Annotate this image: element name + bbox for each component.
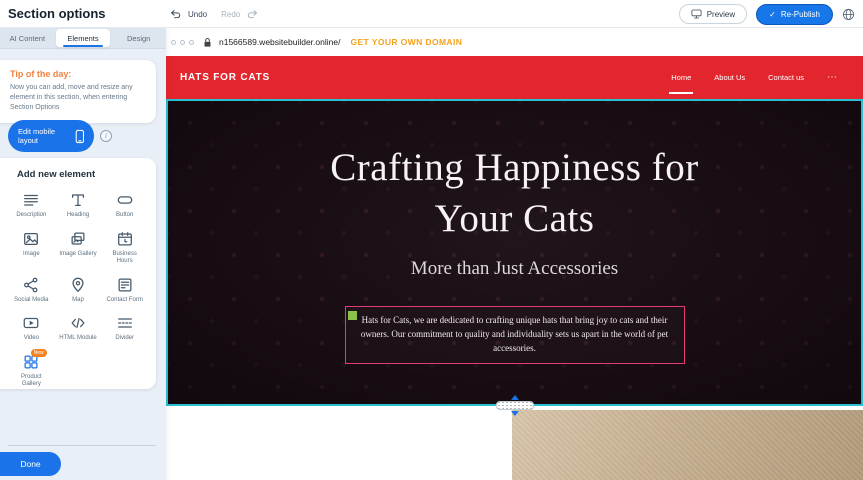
redo-button[interactable]: Redo	[221, 10, 240, 19]
globe-icon[interactable]	[842, 8, 855, 21]
social-media-icon	[22, 276, 40, 294]
hero-paragraph-text: Hats for Cats, we are dedicated to craft…	[361, 315, 668, 353]
element-label: Image	[23, 251, 40, 259]
element-description[interactable]: Description	[8, 184, 55, 223]
image-icon	[22, 230, 40, 248]
section-resize-handle[interactable]	[496, 395, 534, 416]
sidebar-tabs: AI Content Elements Design	[0, 28, 166, 49]
element-business-hours[interactable]: Business Hours	[101, 223, 148, 269]
browser-dot	[180, 40, 185, 45]
element-label: Product Gallery	[11, 374, 51, 389]
element-label: Map	[72, 297, 84, 305]
element-label: Description	[16, 212, 46, 220]
element-product-gallery[interactable]: New Product Gallery	[8, 346, 55, 390]
element-video[interactable]: Video	[8, 307, 55, 346]
element-grid: Description Heading Button Image Image G…	[0, 184, 156, 389]
element-label: Business Hours	[105, 251, 145, 266]
builder-canvas: n1566589.websitebuilder.online/ GET YOUR…	[166, 28, 863, 480]
lock-icon	[203, 37, 212, 48]
element-divider[interactable]: Divider	[101, 307, 148, 346]
html-module-icon	[69, 314, 87, 332]
undo-redo-group: Undo Redo	[170, 0, 258, 28]
edit-mobile-layout-button[interactable]: Edit mobile layout	[8, 120, 94, 152]
hero-heading[interactable]: Crafting Happiness for Your Cats	[300, 143, 730, 244]
element-label: Divider	[115, 335, 134, 343]
element-contact-form[interactable]: Contact Form	[101, 269, 148, 308]
element-label: Heading	[67, 212, 89, 220]
nav-home[interactable]: Home	[671, 73, 691, 82]
site-logo[interactable]: HATS FOR CATS	[180, 72, 270, 83]
add-element-title: Add new element	[0, 158, 156, 184]
new-badge: New	[31, 349, 47, 357]
element-label: Video	[24, 335, 39, 343]
element-image-gallery[interactable]: Image Gallery	[55, 223, 102, 269]
business-hours-icon	[116, 230, 134, 248]
button-icon	[116, 191, 134, 209]
app-topbar: Section options Undo Redo Preview ✓ Re-P…	[0, 0, 863, 28]
nav-about-us[interactable]: About Us	[714, 73, 745, 82]
tip-card: Tip of the day: Now you can add, move an…	[0, 60, 156, 123]
element-html-module[interactable]: HTML Module	[55, 307, 102, 346]
phone-icon	[75, 129, 85, 144]
resize-arrow-down-icon	[511, 411, 519, 416]
element-label: HTML Module	[59, 335, 96, 343]
site-header: HATS FOR CATS Home About Us Contact us ⋯	[166, 56, 863, 99]
element-image[interactable]: Image	[8, 223, 55, 269]
options-sidebar: AI Content Elements Design Tip of the da…	[0, 28, 166, 480]
resize-grip	[496, 401, 534, 410]
element-label: Image Gallery	[59, 251, 96, 259]
tip-title: Tip of the day:	[10, 69, 146, 79]
preview-button[interactable]: Preview	[679, 4, 747, 24]
info-icon[interactable]: i	[100, 130, 112, 142]
site-preview: HATS FOR CATS Home About Us Contact us ⋯…	[166, 56, 863, 480]
browser-bar: n1566589.websitebuilder.online/ GET YOUR…	[166, 28, 863, 56]
element-label: Contact Form	[106, 297, 142, 305]
element-button[interactable]: Button	[101, 184, 148, 223]
monitor-icon	[691, 9, 702, 19]
undo-icon[interactable]	[170, 9, 182, 19]
next-section-image[interactable]	[512, 410, 863, 480]
element-label: Button	[116, 212, 133, 220]
browser-dot	[189, 40, 194, 45]
topbar-actions: Preview ✓ Re-Publish	[679, 0, 855, 28]
video-icon	[22, 314, 40, 332]
nav-contact-us[interactable]: Contact us	[768, 73, 804, 82]
get-domain-link[interactable]: GET YOUR OWN DOMAIN	[350, 37, 462, 47]
drag-handle[interactable]	[348, 311, 357, 320]
tab-elements[interactable]: Elements	[56, 29, 111, 47]
page-title: Section options	[8, 0, 106, 28]
description-icon	[22, 191, 40, 209]
tip-body: Now you can add, move and resize any ele…	[10, 83, 146, 113]
map-icon	[69, 276, 87, 294]
hero-section-selected[interactable]: Crafting Happiness for Your Cats More th…	[166, 99, 863, 406]
site-url: n1566589.websitebuilder.online/	[219, 37, 340, 47]
done-button[interactable]: Done	[0, 452, 61, 476]
site-nav: Home About Us Contact us ⋯	[671, 72, 837, 83]
browser-dot	[171, 40, 176, 45]
tab-design[interactable]: Design	[111, 28, 166, 48]
republish-button[interactable]: ✓ Re-Publish	[756, 4, 833, 25]
add-element-panel: Add new element Description Heading Butt…	[0, 158, 156, 389]
image-gallery-icon	[69, 230, 87, 248]
element-label: Social Media	[14, 297, 48, 305]
sidebar-divider	[8, 445, 156, 446]
hero-subheading[interactable]: More than Just Accessories	[411, 258, 618, 280]
undo-button[interactable]: Undo	[188, 10, 207, 19]
check-icon: ✓	[769, 10, 776, 19]
resize-arrow-up-icon	[511, 395, 519, 400]
nav-more-icon[interactable]: ⋯	[827, 72, 837, 83]
element-social-media[interactable]: Social Media	[8, 269, 55, 308]
tab-ai-content[interactable]: AI Content	[0, 28, 55, 48]
element-map[interactable]: Map	[55, 269, 102, 308]
redo-icon[interactable]	[246, 9, 258, 19]
divider-icon	[116, 314, 134, 332]
republish-label: Re-Publish	[781, 10, 820, 19]
element-heading[interactable]: Heading	[55, 184, 102, 223]
edit-mobile-layout-label: Edit mobile layout	[18, 127, 75, 145]
contact-form-icon	[116, 276, 134, 294]
preview-label: Preview	[707, 10, 735, 19]
hero-paragraph-selected[interactable]: Hats for Cats, we are dedicated to craft…	[345, 306, 685, 364]
heading-icon	[69, 191, 87, 209]
